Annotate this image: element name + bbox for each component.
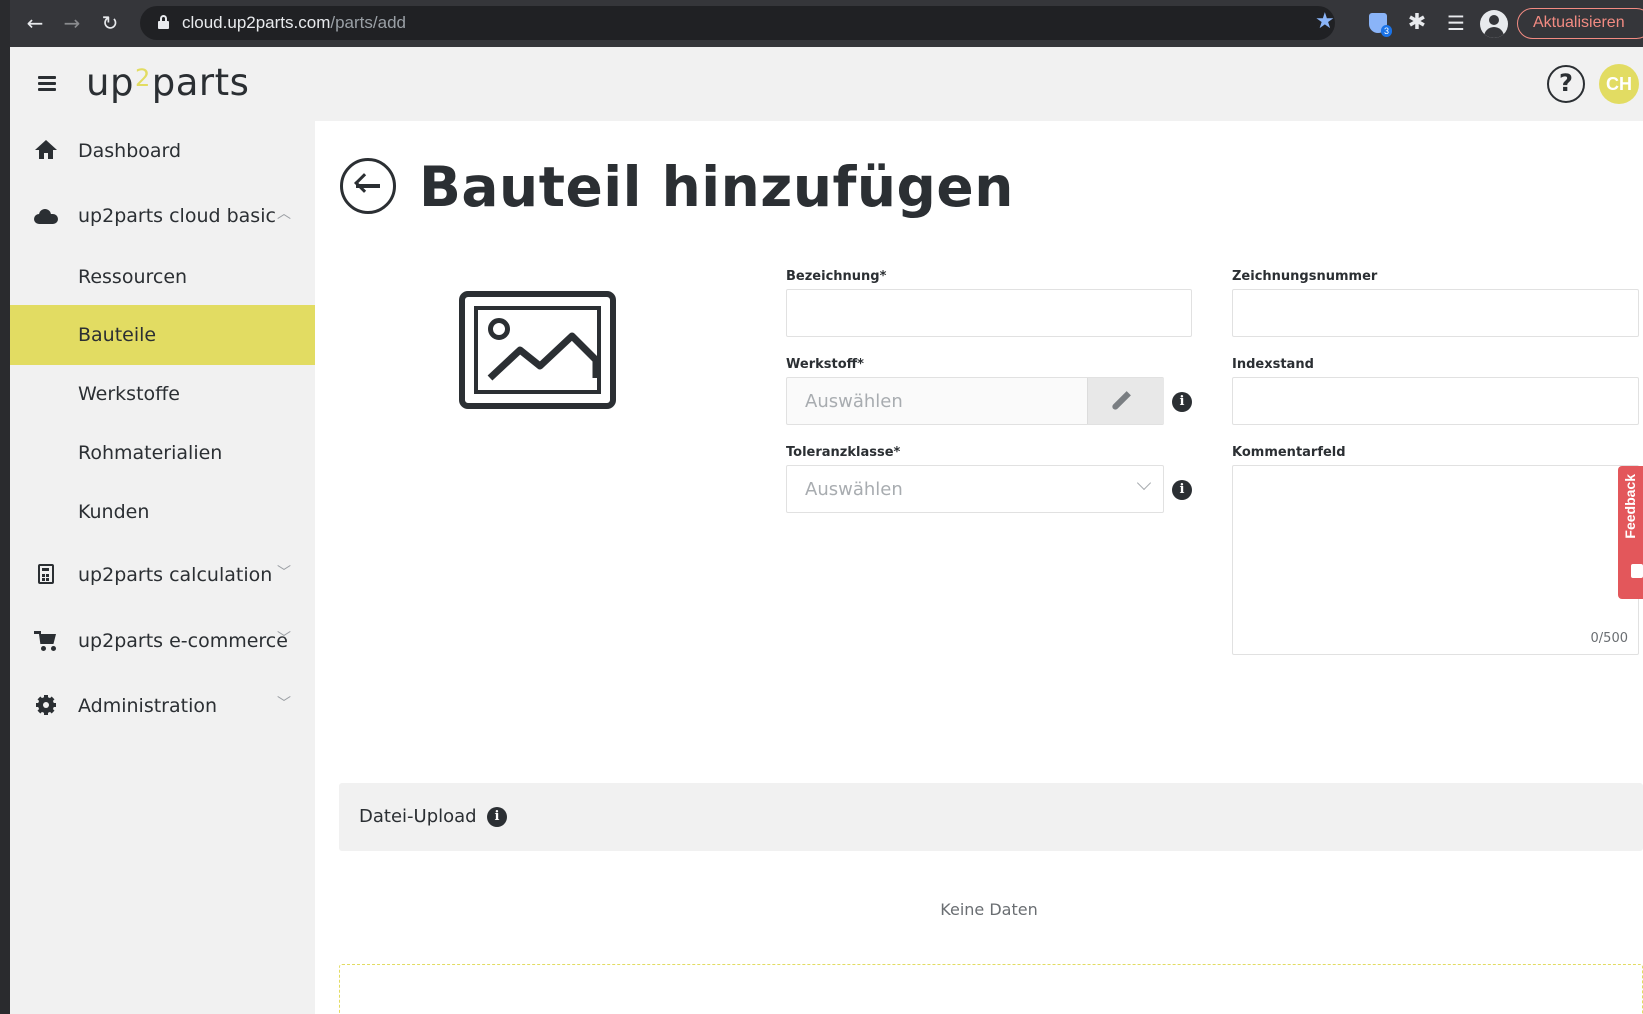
chevron-down-icon: ﹀ — [277, 631, 291, 647]
sidebar-item-label: Ressourcen — [78, 266, 188, 288]
app-root: ← → ↻ cloud.up2parts.com/parts/add ★ 3 ✱… — [0, 0, 1643, 1014]
file-dropzone[interactable] — [339, 964, 1643, 1014]
extension-badge: 3 — [1381, 25, 1393, 37]
app-logo[interactable]: up2parts — [86, 61, 249, 104]
bookmark-star-icon[interactable]: ★ — [1315, 11, 1335, 33]
cloud-icon — [34, 205, 58, 227]
sidebar-item-bauteile[interactable]: Bauteile — [10, 305, 315, 365]
toleranzklasse-info-icon[interactable]: i — [1172, 480, 1192, 500]
sidebar-item-kunden[interactable]: Kunden — [10, 482, 315, 542]
address-bar[interactable]: cloud.up2parts.com/parts/add — [140, 6, 1335, 40]
werkstoff-placeholder: Auswählen — [805, 391, 903, 412]
toleranzklasse-placeholder: Auswählen — [805, 479, 903, 500]
upload-title: Datei-Upload — [359, 806, 477, 827]
kommentarfeld-textarea[interactable]: 0/500 — [1232, 465, 1639, 655]
character-counter: 0/500 — [1590, 631, 1628, 646]
home-icon — [34, 140, 58, 162]
toleranzklasse-label: Toleranzklasse* — [786, 445, 901, 460]
feedback-icon — [1631, 564, 1643, 578]
mountain-shape — [487, 332, 600, 381]
sidebar-item-label: up2parts cloud basic — [78, 205, 276, 227]
werkstoff-label: Werkstoff* — [786, 357, 864, 372]
url-text: cloud.up2parts.com/parts/add — [182, 13, 406, 32]
user-avatar[interactable]: CH — [1599, 64, 1639, 104]
cart-icon — [34, 630, 58, 652]
forward-arrow-icon[interactable]: → — [59, 10, 85, 36]
empty-state-text: Keine Daten — [940, 900, 1038, 919]
werkstoff-edit-button[interactable] — [1087, 378, 1164, 424]
calculator-icon — [34, 564, 58, 586]
profile-icon[interactable] — [1480, 10, 1508, 38]
back-arrow-icon[interactable]: ← — [22, 10, 48, 36]
chevron-up-icon: ︿ — [277, 206, 291, 222]
sidebar-item-label: Werkstoffe — [78, 383, 180, 405]
indexstand-label: Indexstand — [1232, 357, 1314, 372]
zeichnungsnummer-label: Zeichnungsnummer — [1232, 269, 1378, 284]
update-browser-button[interactable]: Aktualisieren — [1517, 8, 1643, 39]
chevron-down-icon: ﹀ — [277, 696, 291, 712]
sidebar-item-dashboard[interactable]: Dashboard — [10, 121, 315, 181]
upload-info-icon[interactable]: i — [487, 807, 507, 827]
bezeichnung-input[interactable] — [786, 289, 1192, 337]
url-path: /parts/add — [330, 13, 406, 32]
puzzle-extensions-icon[interactable]: ✱ — [1404, 11, 1430, 37]
help-icon[interactable]: ? — [1547, 65, 1585, 103]
lock-icon — [158, 15, 169, 30]
sidebar-item-ressourcen[interactable]: Ressourcen — [10, 247, 315, 307]
pencil-icon — [1111, 391, 1131, 411]
app-header: up2parts ? CH — [10, 47, 1643, 121]
window-edge — [0, 0, 10, 1014]
zeichnungsnummer-input[interactable] — [1232, 289, 1639, 337]
sidebar-item-werkstoffe[interactable]: Werkstoffe — [10, 364, 315, 424]
sidebar-item-label: Dashboard — [78, 140, 182, 162]
reload-icon[interactable]: ↻ — [97, 10, 123, 36]
datei-upload-header: Datei-Upload i — [339, 783, 1643, 851]
chevron-down-icon: ﹀ — [277, 565, 291, 581]
feedback-label: Feedback — [1622, 474, 1638, 539]
bezeichnung-label: Bezeichnung* — [786, 269, 887, 284]
image-placeholder-icon[interactable] — [459, 291, 616, 409]
sidebar-item-rohmaterialien[interactable]: Rohmaterialien — [10, 423, 315, 483]
logo-two: 2 — [134, 64, 151, 92]
sidebar-item-label: Rohmaterialien — [78, 442, 223, 464]
browser-toolbar: ← → ↻ cloud.up2parts.com/parts/add ★ 3 ✱… — [0, 0, 1643, 47]
hamburger-menu-icon[interactable] — [38, 76, 58, 92]
sidebar-item-label: up2parts calculation — [78, 564, 273, 586]
sidebar-item-cloud-basic[interactable]: up2parts cloud basic ︿ — [10, 186, 315, 246]
toleranzklasse-select[interactable]: Auswählen — [786, 465, 1164, 513]
sidebar-item-calculation[interactable]: up2parts calculation ﹀ — [10, 545, 315, 605]
sidebar-item-ecommerce[interactable]: up2parts e-commerce ﹀ — [10, 611, 315, 671]
werkstoff-select[interactable]: Auswählen — [786, 377, 1164, 425]
page-title: Bauteil hinzufügen — [419, 155, 1014, 219]
media-control-icon[interactable]: ☰ — [1443, 11, 1469, 37]
sidebar-item-administration[interactable]: Administration ﹀ — [10, 676, 315, 736]
gear-icon — [34, 695, 58, 717]
chevron-down-icon — [1136, 475, 1152, 491]
back-circle-icon[interactable] — [340, 158, 396, 214]
sidebar-item-label: Bauteile — [78, 324, 157, 346]
sidebar-item-label: Kunden — [78, 501, 150, 523]
feedback-tab[interactable]: Feedback — [1618, 466, 1643, 599]
shield-extension-icon[interactable]: 3 — [1367, 11, 1393, 37]
sidebar: Dashboard up2parts cloud basic ︿ Ressour… — [10, 121, 315, 1014]
sidebar-item-label: Administration — [78, 695, 218, 717]
main-content: Bauteil hinzufügen Bezeichnung* Zeichnun… — [315, 121, 1643, 1014]
sidebar-item-label: up2parts e-commerce — [78, 630, 288, 652]
werkstoff-info-icon[interactable]: i — [1172, 392, 1192, 412]
kommentarfeld-label: Kommentarfeld — [1232, 445, 1346, 460]
indexstand-input[interactable] — [1232, 377, 1639, 425]
